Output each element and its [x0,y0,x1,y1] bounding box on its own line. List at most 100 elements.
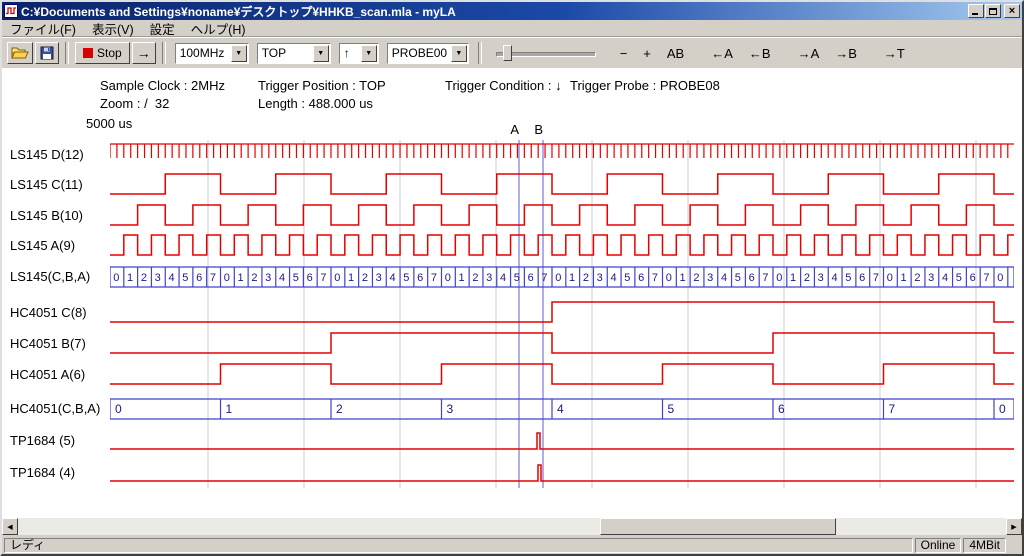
bus-value: 2 [141,272,147,284]
dropdown-icon[interactable]: ▼ [231,45,247,62]
menu-item[interactable]: ファイル(F) [2,18,84,39]
channel-label: LS145 A(9) [10,231,75,261]
trigger-probe-value: PROBE00 [388,46,451,60]
trigger-edge-select[interactable]: ↑ ▼ [339,43,379,64]
run-button[interactable]: → [132,42,156,64]
dropdown-icon[interactable]: ▼ [361,45,377,62]
trigger-condition-info: Trigger Condition : ↓ [445,78,562,93]
save-button[interactable] [35,42,59,64]
channel-label: TP1684 (4) [10,458,75,488]
bus-value: 2 [336,402,343,416]
menu-item[interactable]: 表示(V) [84,18,142,39]
channel-label: HC4051 B(7) [10,329,86,359]
bus-value: 1 [127,272,133,284]
bus-value: 0 [445,272,451,284]
bus-value: 6 [196,272,202,284]
bus-value: 1 [790,272,796,284]
bus-value: 6 [307,272,313,284]
status-memory: 4MBit [963,538,1006,553]
marker-label-b[interactable]: B [531,122,543,137]
goto-a-prev-button[interactable]: ←A [708,44,736,63]
bus-value: 3 [376,272,382,284]
goto-b-prev-button[interactable]: ←B [746,44,774,63]
toolbar-separator [478,42,482,64]
trigger-edge-value: ↑ [340,46,354,60]
toolbar-separator [65,42,69,64]
open-folder-icon [11,46,29,60]
bus-value: 7 [541,272,547,284]
maximize-icon [989,8,997,15]
close-button[interactable]: × [1004,4,1020,18]
menu-item[interactable]: ヘルプ(H) [183,18,254,39]
bus-value: 5 [403,272,409,284]
sample-clock-value: 100MHz [176,46,229,60]
goto-b-next-button[interactable]: →B [832,44,860,63]
open-button[interactable] [7,42,33,64]
bus-value: 0 [334,272,340,284]
channel-label: LS145 D(12) [10,140,84,170]
scrollbar-thumb[interactable] [600,518,836,535]
maximize-button[interactable] [985,4,1001,18]
waveform-trace [110,302,1014,322]
bus-value: 7 [320,272,326,284]
length-info: Length : 488.000 us [258,96,373,111]
bus-value: 5 [624,272,630,284]
bus-value: 4 [389,272,395,284]
bus-value: 1 [459,272,465,284]
minimize-icon [972,13,978,15]
status-online: Online [915,538,962,553]
goto-trigger-button[interactable]: →T [881,44,908,63]
bus-value: 4 [168,272,174,284]
waveform-trace [110,333,1014,353]
waveform-trace [110,235,1014,255]
zoom-in-button[interactable]: + [640,44,654,63]
bus-value: 3 [447,402,454,416]
stop-button[interactable]: Stop [75,42,130,64]
nav-button-group: −+ AB ←A ←B →A →B →T [612,44,913,63]
trigger-position-select[interactable]: TOP ▼ [257,43,331,64]
bus-value: 7 [873,272,879,284]
marker-label-a[interactable]: A [507,122,519,137]
bus-value: 6 [970,272,976,284]
bus-value: 6 [749,272,755,284]
waveform-trace [110,465,1014,481]
dropdown-icon[interactable]: ▼ [313,45,329,62]
bus-value: 6 [528,272,534,284]
waveform-plot[interactable]: 0123456701234567012345670123456701234567… [110,140,1014,488]
bus-value: 1 [680,272,686,284]
app-icon [4,4,18,18]
menu-item[interactable]: 設定 [142,18,183,39]
slider-thumb[interactable] [503,45,512,61]
bus-value: 3 [486,272,492,284]
ab-button[interactable]: AB [664,44,687,63]
zoom-slider[interactable] [494,42,598,64]
bus-value: 1 [238,272,244,284]
waveform-area[interactable]: 5000 us LS145 D(12)LS145 C(11)LS145 B(10… [2,114,1022,518]
bus-value: 0 [113,272,119,284]
horizontal-scrollbar[interactable]: ◀ ▶ [2,518,1022,535]
bus-value: 3 [597,272,603,284]
bus-value: 4 [557,402,564,416]
bus-value: 5 [845,272,851,284]
waveform-trace [110,364,1014,384]
bus-value: 4 [721,272,727,284]
app-window: C:¥Documents and Settings¥noname¥デスクトップ¥… [0,0,1024,556]
bus-value: 2 [472,272,478,284]
sample-clock-info: Sample Clock : 2MHz [100,78,225,93]
bus-value: 7 [210,272,216,284]
goto-a-next-button[interactable]: →A [795,44,823,63]
dropdown-icon[interactable]: ▼ [451,45,467,62]
trigger-probe-select[interactable]: PROBE00 ▼ [387,43,469,64]
channel-labels: LS145 D(12)LS145 C(11)LS145 B(10)LS145 A… [10,114,108,518]
bus-value: 0 [887,272,893,284]
bus-value: 0 [115,402,122,416]
minimize-button[interactable] [968,4,984,18]
scroll-left-button[interactable]: ◀ [2,518,18,535]
bus-value: 2 [251,272,257,284]
scroll-right-button[interactable]: ▶ [1006,518,1022,535]
channel-label: HC4051(C,B,A) [10,394,100,424]
sample-clock-select[interactable]: 100MHz ▼ [175,43,249,64]
bus-value: 1 [226,402,233,416]
bus-value: 7 [762,272,768,284]
zoom-out-button[interactable]: − [617,44,631,63]
